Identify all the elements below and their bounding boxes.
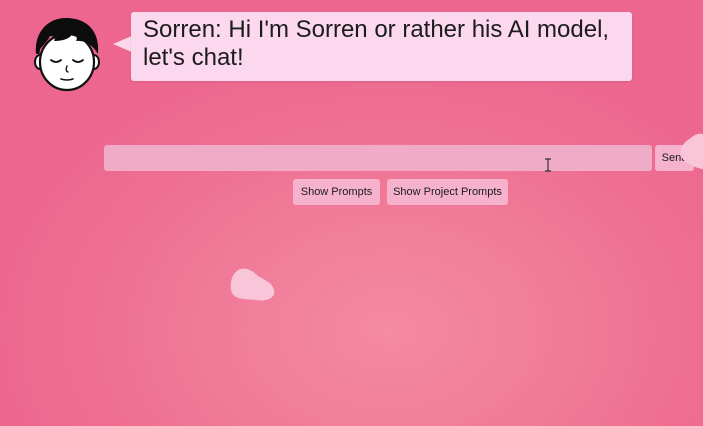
speech-bubble: Sorren: Hi I'm Sorren or rather his AI m… bbox=[131, 12, 632, 81]
show-project-prompts-button[interactable]: Show Project Prompts bbox=[387, 179, 508, 205]
cartoon-face-avatar-icon bbox=[34, 18, 100, 92]
assistant-message: Sorren: Hi I'm Sorren or rather his AI m… bbox=[143, 16, 610, 71]
send-button[interactable]: Send bbox=[655, 145, 694, 171]
speech-bubble-tail bbox=[113, 36, 132, 52]
avatar bbox=[32, 14, 102, 92]
chat-input[interactable] bbox=[104, 145, 652, 171]
decorative-blob bbox=[230, 268, 275, 301]
show-prompts-button[interactable]: Show Prompts bbox=[293, 179, 380, 205]
